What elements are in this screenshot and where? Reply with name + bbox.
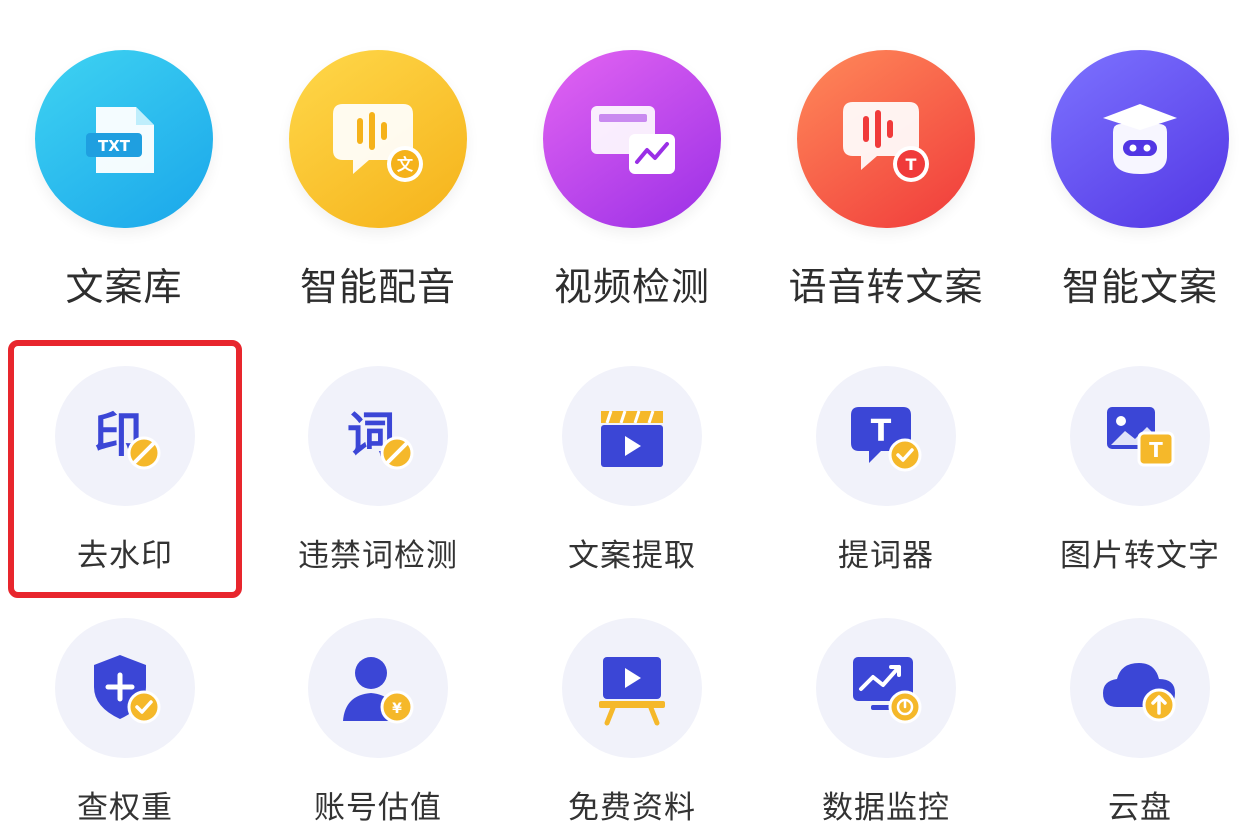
tool-label: 语音转文案 [788, 265, 984, 309]
account-value-icon: ¥ [308, 618, 448, 758]
tool-label: 文案提取 [568, 538, 696, 574]
tool-teleprompter[interactable]: T 提词器 [776, 366, 996, 575]
tool-banned-word-detect[interactable]: 词 违禁词检测 [268, 366, 488, 575]
svg-text:T: T [1149, 438, 1163, 462]
tool-speech-to-copy[interactable]: T 语音转文案 [776, 50, 996, 311]
teleprompter-icon: T [816, 366, 956, 506]
tool-smart-dubbing[interactable]: 文 智能配音 [268, 50, 488, 311]
tool-cloud-drive[interactable]: 云盘 [1030, 618, 1240, 827]
banned-word-icon: 词 [308, 366, 448, 506]
tool-free-materials[interactable]: 免费资料 [522, 618, 742, 827]
voice-bubble-icon: 文 [289, 50, 467, 228]
tool-image-to-text[interactable]: T 图片转文字 [1030, 366, 1240, 575]
tool-label: 免费资料 [568, 790, 696, 826]
tool-label: 视频检测 [553, 265, 710, 309]
tool-copy-extract[interactable]: 文案提取 [522, 366, 742, 575]
cloud-upload-icon [1070, 618, 1210, 758]
image-to-text-icon: T [1070, 366, 1210, 506]
monitor-trend-icon [816, 618, 956, 758]
speech-to-text-icon: T [797, 50, 975, 228]
robot-scholar-icon [1051, 50, 1229, 228]
tool-check-weight[interactable]: 查权重 [15, 618, 235, 827]
tool-label: 云盘 [1108, 790, 1172, 826]
svg-text:TXT: TXT [98, 137, 131, 155]
tool-copy-library[interactable]: TXT 文案库 [14, 50, 234, 311]
tool-data-monitor[interactable]: 数据监控 [776, 618, 996, 827]
svg-text:¥: ¥ [392, 701, 402, 717]
tool-label: 智能配音 [299, 265, 456, 309]
presentation-icon [562, 618, 702, 758]
tool-label: 违禁词检测 [298, 538, 458, 574]
tool-label: 查权重 [77, 790, 173, 826]
txt-file-icon: TXT [35, 50, 213, 228]
tool-label: 提词器 [838, 538, 934, 574]
svg-text:文: 文 [397, 155, 414, 174]
selection-highlight [8, 340, 242, 598]
clapperboard-icon [562, 366, 702, 506]
tool-label: 图片转文字 [1060, 538, 1220, 574]
tool-label: 文案库 [65, 265, 183, 309]
svg-text:T: T [871, 414, 892, 449]
tool-label: 智能文案 [1061, 265, 1218, 309]
shield-plus-icon [55, 618, 195, 758]
tool-label: 数据监控 [822, 790, 950, 826]
svg-text:T: T [906, 155, 917, 174]
video-chart-icon [543, 50, 721, 228]
tool-label: 账号估值 [314, 790, 442, 826]
tool-account-value[interactable]: ¥ 账号估值 [268, 618, 488, 827]
tool-smart-copy[interactable]: 智能文案 [1030, 50, 1240, 311]
tool-video-detect[interactable]: 视频检测 [522, 50, 742, 311]
